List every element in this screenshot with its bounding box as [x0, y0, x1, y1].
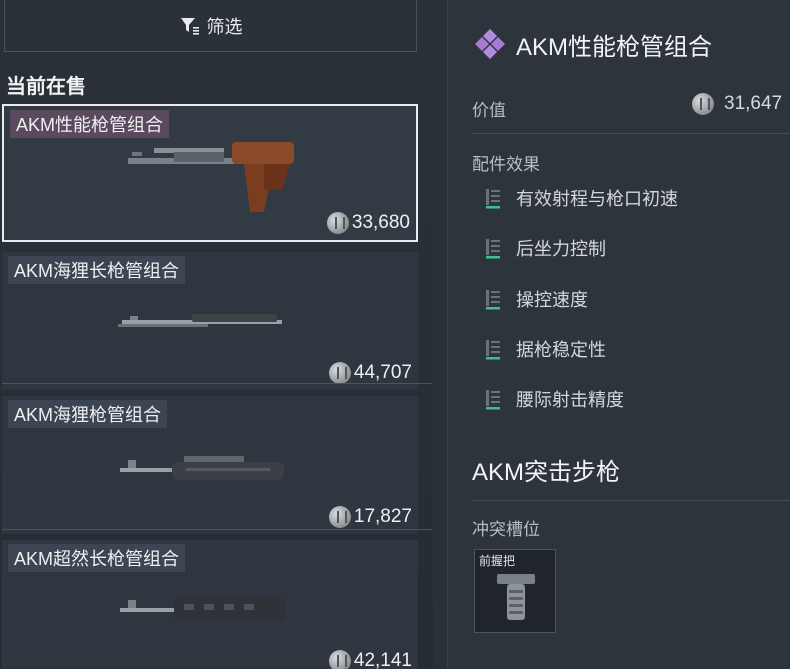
listing-card[interactable]: AKM性能枪管组合 33,680: [2, 104, 418, 242]
divider: [472, 500, 790, 501]
effects-label: 配件效果: [472, 155, 540, 174]
coin-icon: [692, 93, 714, 115]
stat-bars-icon: [486, 290, 500, 310]
price-value: 44,707: [353, 362, 412, 383]
divider: [2, 529, 432, 530]
filter-label: 筛选: [206, 16, 243, 37]
slot-label: 前握把: [479, 554, 516, 568]
conflict-label: 冲突槽位: [472, 520, 540, 539]
price-value: 17,827: [353, 506, 412, 527]
price-value: 42,141: [353, 650, 412, 669]
stat-bars-icon: [486, 390, 500, 410]
coin-icon: [328, 650, 351, 669]
price: 33,680: [326, 212, 410, 234]
stat-bars-icon: [486, 239, 500, 259]
detail-panel: AKM性能枪管组合 价值 31,647 配件效果 有效射程与枪口初速 后坐力控制: [447, 0, 790, 669]
rarity-diamond-icon: [475, 29, 505, 59]
effect-item: 操控速度: [484, 286, 588, 312]
effect-label: 腰际射击精度: [516, 390, 624, 410]
effect-label: 据枪稳定性: [516, 340, 606, 360]
barrel-combo-image: [128, 142, 294, 212]
coin-icon: [328, 506, 351, 528]
filter-icon: [180, 17, 199, 35]
divider: [472, 133, 790, 134]
effect-item: 有效射程与枪口初速: [484, 185, 678, 211]
value-row: 价值 31,647: [472, 93, 790, 121]
stat-bars-icon: [486, 189, 500, 209]
value-display: 31,647: [692, 93, 782, 115]
effect-item: 后坐力控制: [484, 235, 606, 261]
effect-item: 腰际射击精度: [484, 386, 624, 412]
price-value: 33,680: [351, 212, 410, 233]
detail-title: AKM性能枪管组合: [472, 26, 712, 62]
conflict-slot[interactable]: 前握把: [474, 549, 556, 633]
price: 17,827: [328, 506, 412, 528]
listing-panel: 筛选 当前在售 AKM性能枪管组合 33,680 AKM海狸长枪管组合 44,7…: [0, 0, 433, 669]
coin-icon: [328, 362, 351, 384]
price: 42,141: [328, 650, 412, 669]
effect-label: 操控速度: [516, 290, 588, 310]
foregrip-icon: [497, 574, 535, 620]
listing-card[interactable]: AKM海狸枪管组合 17,827: [2, 396, 418, 534]
detail-title-text: AKM性能枪管组合: [516, 33, 713, 61]
barrel-combo-image: [118, 314, 282, 327]
price: 44,707: [328, 362, 412, 384]
value-amount: 31,647: [724, 93, 783, 114]
coin-icon: [326, 212, 349, 234]
listing-card[interactable]: AKM超然长枪管组合 42,141: [2, 540, 418, 669]
effect-label: 有效射程与枪口初速: [516, 189, 678, 209]
barrel-combo-image: [120, 456, 284, 480]
filter-button[interactable]: 筛选: [4, 0, 417, 52]
listing-card[interactable]: AKM海狸长枪管组合 44,707: [2, 252, 418, 390]
effect-label: 后坐力控制: [516, 239, 606, 259]
divider: [2, 383, 432, 384]
weapon-title: AKM突击步枪: [472, 459, 621, 486]
effect-item: 据枪稳定性: [484, 336, 606, 362]
stat-bars-icon: [486, 340, 500, 360]
barrel-combo-image: [120, 598, 286, 622]
section-title: 当前在售: [6, 76, 86, 98]
value-label: 价值: [472, 101, 506, 120]
